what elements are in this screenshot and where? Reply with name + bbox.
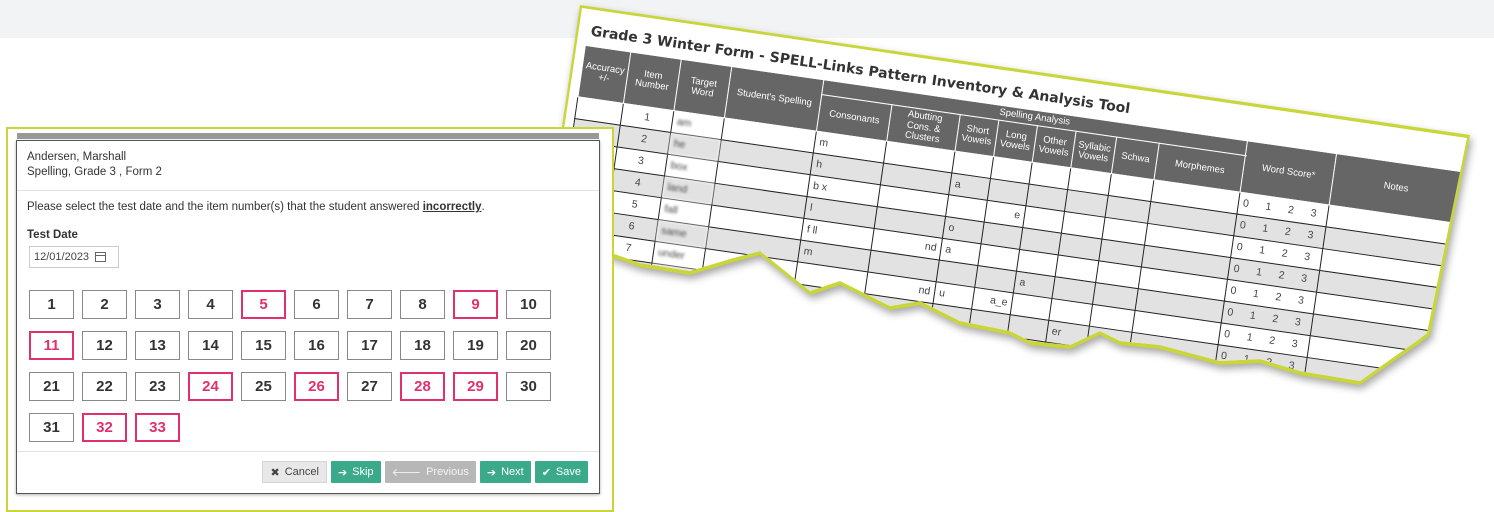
- test-date-input[interactable]: 12/01/2023: [29, 246, 119, 268]
- item-button-28[interactable]: 28: [400, 372, 445, 401]
- item-button-7[interactable]: 7: [347, 290, 392, 319]
- test-name: Spelling, Grade 3 , Form 2: [27, 166, 162, 178]
- dialog-buttons: ✖ Cancel ➔ Skip 🡐 Previous ➔ Next ✔ Save: [262, 461, 588, 483]
- arrow-right-icon: ➔: [337, 466, 348, 479]
- item-button-25[interactable]: 25: [241, 372, 286, 401]
- score-entry-dialog: Andersen, Marshall Spelling, Grade 3 , F…: [16, 133, 600, 494]
- item-button-19[interactable]: 19: [453, 331, 498, 360]
- instruction-emphasis: incorrectly: [422, 201, 482, 213]
- item-button-32[interactable]: 32: [82, 413, 127, 442]
- item-button-4[interactable]: 4: [188, 290, 233, 319]
- item-button-26[interactable]: 26: [294, 372, 339, 401]
- next-button[interactable]: ➔ Next: [479, 461, 531, 483]
- item-button-31[interactable]: 31: [29, 413, 74, 442]
- close-icon: ✖: [270, 466, 280, 479]
- header-item-number: Item Number: [623, 51, 682, 111]
- item-button-13[interactable]: 13: [135, 331, 180, 360]
- instruction-text: Please select the test date and the item…: [27, 201, 485, 213]
- header-schwa: Schwa: [1111, 137, 1160, 180]
- item-button-6[interactable]: 6: [294, 290, 339, 319]
- item-button-18[interactable]: 18: [400, 331, 445, 360]
- item-button-12[interactable]: 12: [82, 331, 127, 360]
- item-button-3[interactable]: 3: [135, 290, 180, 319]
- item-button-10[interactable]: 10: [506, 290, 551, 319]
- skip-button[interactable]: ➔ Skip: [330, 461, 381, 483]
- item-button-5[interactable]: 5: [241, 290, 286, 319]
- test-date-value: 12/01/2023: [34, 251, 90, 263]
- item-button-2[interactable]: 2: [82, 290, 127, 319]
- item-button-21[interactable]: 21: [29, 372, 74, 401]
- student-name: Andersen, Marshall: [27, 151, 127, 163]
- sheet-cell: [699, 270, 795, 306]
- header-target-word: Target Word: [673, 59, 732, 118]
- item-button-17[interactable]: 17: [347, 331, 392, 360]
- item-button-30[interactable]: 30: [506, 372, 551, 401]
- arrow-left-icon: 🡐: [391, 467, 422, 479]
- header-accuracy: Accuracy +/-: [577, 45, 631, 104]
- arrow-right-icon: ➔: [486, 466, 497, 479]
- item-button-27[interactable]: 27: [347, 372, 392, 401]
- sheet-cell: [1007, 314, 1049, 342]
- item-button-22[interactable]: 22: [82, 372, 127, 401]
- item-button-1[interactable]: 1: [29, 290, 74, 319]
- cancel-button[interactable]: ✖ Cancel: [262, 461, 327, 483]
- item-button-16[interactable]: 16: [294, 331, 339, 360]
- item-button-33[interactable]: 33: [135, 413, 180, 442]
- sheet-cell: [1086, 325, 1133, 354]
- background-toolbar-strip: [17, 133, 599, 139]
- item-button-15[interactable]: 15: [241, 331, 286, 360]
- header-short-vowels: Short Vowels: [955, 114, 999, 157]
- dialog-header: Andersen, Marshall Spelling, Grade 3 , F…: [17, 141, 599, 180]
- item-button-8[interactable]: 8: [400, 290, 445, 319]
- header-syllabic-vowels: Syllabic Vowels: [1070, 131, 1117, 174]
- check-icon: ✔: [541, 466, 551, 479]
- calendar-icon[interactable]: [95, 252, 107, 262]
- item-button-9[interactable]: 9: [453, 290, 498, 319]
- item-button-23[interactable]: 23: [135, 372, 180, 401]
- sheet-paper: Grade 3 Winter Form - SPELL-Links Patter…: [543, 8, 1467, 381]
- item-button-20[interactable]: 20: [506, 331, 551, 360]
- item-button-24[interactable]: 24: [188, 372, 233, 401]
- previous-button[interactable]: 🡐 Previous: [384, 461, 476, 483]
- save-button[interactable]: ✔ Save: [534, 461, 588, 483]
- header-long-vowels: Long Vowels: [993, 120, 1038, 163]
- header-other-vowels: Other Vowels: [1032, 126, 1077, 168]
- test-date-label: Test Date: [27, 229, 78, 241]
- item-button-11[interactable]: 11: [29, 331, 74, 360]
- item-button-29[interactable]: 29: [453, 372, 498, 401]
- item-button-14[interactable]: 14: [188, 331, 233, 360]
- spell-links-sheet-image: Grade 3 Winter Form - SPELL-Links Patter…: [540, 5, 1494, 405]
